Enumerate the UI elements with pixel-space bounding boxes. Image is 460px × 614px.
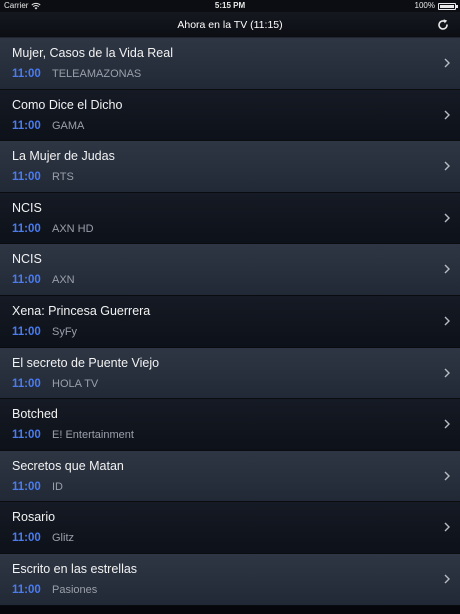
chevron-right-icon: [444, 522, 450, 532]
program-time: 11:00: [12, 429, 41, 442]
program-channel: AXN: [52, 274, 75, 287]
program-title: Escrito en las estrellas: [12, 561, 138, 576]
program-channel: RTS: [52, 171, 74, 184]
refresh-button[interactable]: [434, 16, 452, 34]
chevron-right-icon: [444, 110, 450, 120]
program-channel: HOLA TV: [52, 377, 99, 390]
list-item[interactable]: Mujer, Casos de la Vida Real 11:00 TELEAMA…: [0, 38, 460, 90]
list-item[interactable]: NCIS 11:00 AXN HD: [0, 192, 460, 245]
program-title: El secreto de Puente Viejo: [12, 355, 160, 370]
program-time: 11:00: [12, 171, 41, 184]
program-channel: ID: [52, 480, 63, 493]
program-title: Xena: Princesa Guerrera: [12, 303, 151, 318]
program-title: Rosario: [12, 510, 56, 525]
chevron-right-icon: [444, 264, 450, 274]
program-time: 11:00: [12, 119, 41, 132]
status-right: 100%: [414, 0, 458, 12]
list-item[interactable]: Escrito en las estrellas 11:00 Pasiones: [0, 553, 460, 606]
list-item[interactable]: Rosario 11:00 Glitz: [0, 502, 460, 554]
program-title: Botched: [12, 407, 58, 422]
chevron-right-icon: [444, 419, 450, 429]
page-title: Ahora en la TV (11:15): [177, 19, 283, 31]
list-item[interactable]: La Mujer de Judas 11:00 RTS: [0, 141, 460, 193]
chevron-right-icon: [444, 574, 450, 584]
list-item[interactable]: Como Dice el Dicho 11:00 GAMA: [0, 89, 460, 142]
chevron-right-icon: [444, 471, 450, 481]
chevron-right-icon: [444, 58, 450, 68]
program-time: 11:00: [12, 377, 41, 390]
program-time: 11:00: [12, 532, 41, 545]
program-channel: GAMA: [52, 119, 85, 132]
app-screen: Carrier 5:15 PM 100% Ahora en la TV (11:…: [0, 0, 460, 614]
program-time: 11:00: [12, 325, 41, 338]
program-title: NCIS: [12, 200, 42, 215]
program-channel: AXN HD: [52, 222, 94, 235]
refresh-icon: [438, 19, 448, 30]
program-channel: Pasiones: [52, 583, 98, 596]
chevron-right-icon: [444, 213, 450, 223]
chevron-right-icon: [444, 161, 450, 171]
battery-icon: [438, 2, 458, 10]
program-time: 11:00: [12, 68, 41, 80]
program-channel: SyFy: [52, 325, 78, 338]
program-channel: Glitz: [52, 532, 74, 545]
program-title: Secretos que Matan: [12, 458, 124, 473]
program-time: 11:00: [12, 222, 41, 235]
program-title: La Mujer de Judas: [12, 149, 115, 164]
list-item[interactable]: El secreto de Puente Viejo 11:00 HOLA TV: [0, 347, 460, 400]
program-title: Como Dice el Dicho: [12, 97, 123, 112]
list-item[interactable]: NCIS 11:00 AXN: [0, 244, 460, 296]
battery-percent: 100%: [414, 1, 435, 10]
program-time: 11:00: [12, 583, 41, 596]
chevron-right-icon: [444, 316, 450, 326]
program-title: Mujer, Casos de la Vida Real: [12, 46, 173, 60]
program-list: Mujer, Casos de la Vida Real 11:00 TELEAMA…: [0, 38, 460, 606]
program-time: 11:00: [12, 480, 41, 493]
chevron-right-icon: [444, 368, 450, 378]
status-bar: Carrier 5:15 PM 100%: [0, 0, 460, 12]
status-time: 5:15 PM: [214, 1, 246, 10]
program-time: 11:00: [12, 274, 41, 287]
program-channel: TELEAMAZONAS: [52, 68, 142, 80]
list-item[interactable]: Botched 11:00 E! Entertainment: [0, 399, 460, 451]
program-title: NCIS: [12, 252, 42, 267]
list-item[interactable]: Secretos que Matan 11:00 ID: [0, 450, 460, 503]
nav-bar: Ahora en la TV (11:15): [0, 12, 460, 38]
list-item[interactable]: Xena: Princesa Guerrera 11:00 SyFy: [0, 295, 460, 348]
program-channel: E! Entertainment: [52, 429, 134, 442]
